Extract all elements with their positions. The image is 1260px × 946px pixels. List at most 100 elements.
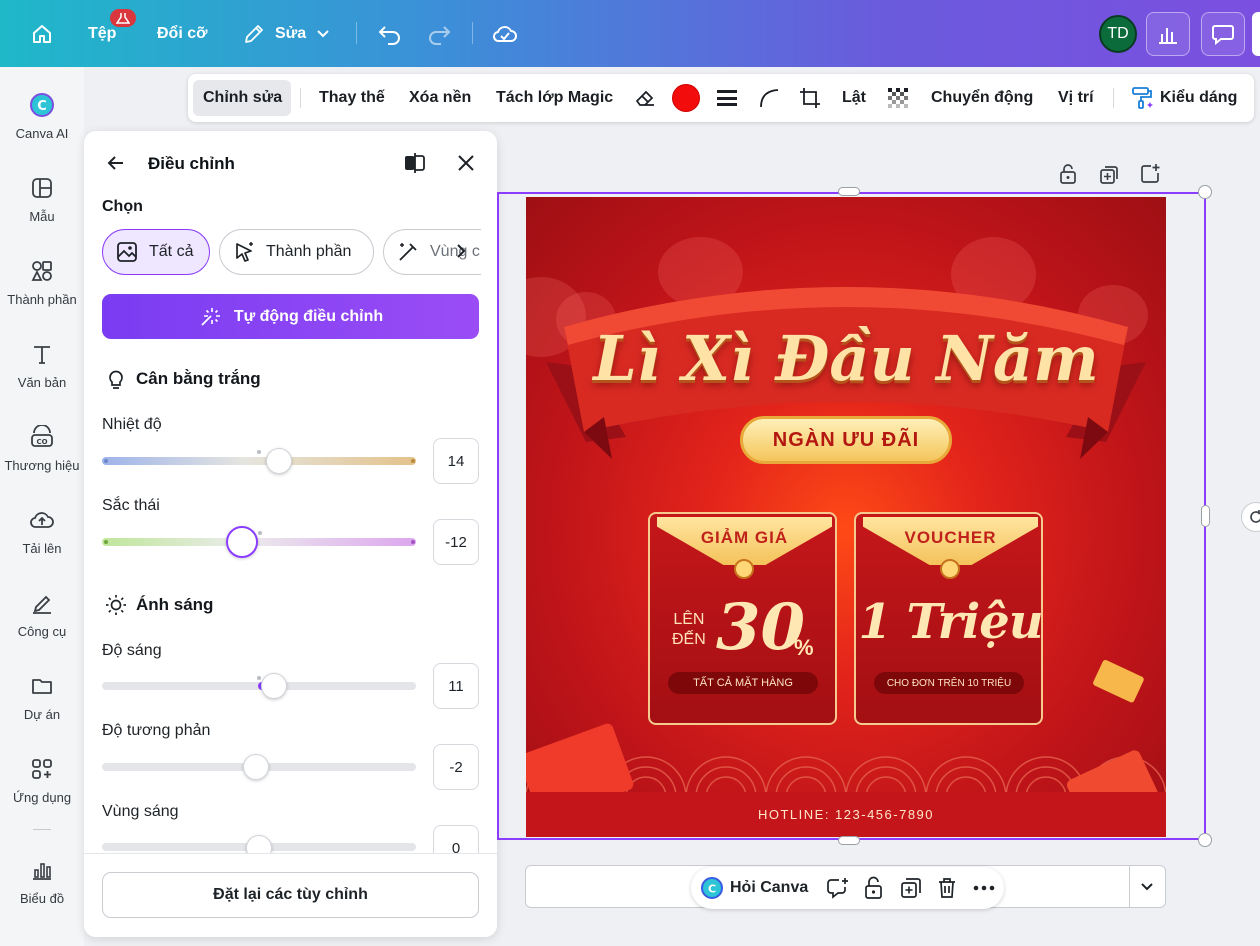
add-comment-button[interactable] [825, 876, 851, 900]
edit-image-button[interactable]: Chỉnh sửa [203, 74, 282, 122]
rotate-icon [1250, 510, 1260, 523]
brightness-label: Độ sáng [102, 642, 162, 659]
color-button[interactable] [672, 74, 700, 122]
pencil-icon [245, 24, 263, 43]
reset-adjustments-button[interactable]: Đặt lại các tùy chỉnh [102, 872, 479, 918]
tint-value[interactable]: -12 [433, 519, 479, 565]
eraser-button[interactable] [633, 74, 657, 122]
divider [472, 22, 473, 44]
highlights-label: Vùng sáng [102, 803, 179, 820]
shapes-icon [31, 261, 52, 281]
temperature-knob[interactable] [266, 448, 292, 474]
temperature-value[interactable]: 14 [433, 438, 479, 484]
color-swatch [672, 84, 700, 112]
file-menu[interactable]: Tệp [88, 0, 116, 67]
beaker-icon [116, 13, 130, 24]
svg-text:CO: CO [36, 438, 47, 446]
rail-item-uploads[interactable]: Tải lên [0, 506, 84, 556]
rail-item-elements[interactable]: Thành phần [0, 257, 84, 307]
rail-item-apps[interactable]: Ứng dụng [0, 755, 84, 805]
chip-all[interactable]: Tất cả [102, 229, 210, 275]
crop-button[interactable] [798, 74, 822, 122]
rail-item-projects[interactable]: Dự án [0, 672, 84, 722]
sparkle-wand-icon [201, 307, 220, 326]
replace-button[interactable]: Thay thế [319, 74, 385, 122]
edit-menu[interactable]: Sửa [242, 0, 330, 67]
chips-scroll-right[interactable] [453, 241, 469, 261]
paint-roller-icon [1132, 87, 1153, 109]
light-header: Ánh sáng [104, 593, 213, 617]
style-label: Kiểu dáng [1160, 89, 1238, 106]
magic-layers-button[interactable]: Tách lớp Magic [496, 74, 613, 122]
resize-handle-bottom[interactable] [838, 836, 860, 845]
svg-text:C: C [708, 883, 716, 896]
comment-icon [1212, 25, 1234, 45]
add-page-button[interactable] [1139, 163, 1161, 185]
brightness-value[interactable]: 11 [433, 663, 479, 709]
save-status-button[interactable] [492, 0, 518, 67]
transparency-button[interactable] [886, 74, 910, 122]
flip-button[interactable]: Lật [842, 74, 866, 122]
remove-bg-button[interactable]: Xóa nền [409, 74, 471, 122]
ask-canva-button[interactable]: C Hỏi Canva [701, 877, 808, 899]
temperature-slider[interactable] [102, 457, 416, 465]
duplicate-element-button[interactable] [899, 876, 923, 900]
magic-wand-icon [399, 243, 417, 261]
style-button[interactable]: Kiểu dáng [1130, 74, 1237, 122]
home-icon [33, 24, 51, 43]
border-style-button[interactable] [716, 74, 738, 122]
share-button-edge[interactable] [1252, 12, 1260, 56]
more-options-button[interactable] [972, 879, 996, 897]
rail-item-charts[interactable]: Biểu đồ [0, 856, 84, 906]
duplicate-button[interactable] [1098, 164, 1120, 186]
delete-element-button[interactable] [936, 876, 958, 900]
rotate-handle[interactable] [1241, 502, 1260, 532]
undo-button[interactable] [377, 0, 403, 67]
rail-item-tools[interactable]: Công cụ [0, 589, 84, 639]
resize-handle-right[interactable] [1201, 505, 1210, 527]
apps-icon [32, 759, 52, 779]
auto-adjust-label: Tự động điều chỉnh [233, 307, 384, 325]
divider [1129, 866, 1130, 907]
redo-button[interactable] [426, 0, 452, 67]
home-button[interactable] [30, 0, 54, 67]
slider-center-dot [257, 676, 261, 680]
contrast-value[interactable]: -2 [433, 744, 479, 790]
chip-elements[interactable]: Thành phần [219, 229, 374, 275]
lock-button[interactable] [1058, 163, 1078, 185]
resize-handle-bottom-right[interactable] [1198, 833, 1212, 847]
insights-button[interactable] [1146, 12, 1190, 56]
rail-label: Tải lên [22, 541, 62, 556]
rail-item-brand[interactable]: CO Thương hiệu [0, 423, 84, 473]
adjust-panel: Điều chỉnh Chọn Tất cả Thành phần Vùng c… [84, 131, 497, 937]
rail-item-canva-ai[interactable]: C Canva AI [0, 91, 84, 141]
back-button[interactable] [106, 153, 126, 173]
tint-slider[interactable] [102, 538, 416, 546]
context-toolbar: Chỉnh sửa Thay thế Xóa nền Tách lớp Magi… [188, 74, 1254, 122]
resize-handle-top-right[interactable] [1198, 185, 1212, 199]
avatar[interactable]: TD [1099, 15, 1137, 53]
close-icon [458, 155, 474, 171]
expand-pages-button[interactable] [1139, 878, 1155, 894]
position-button[interactable]: Vị trí [1058, 74, 1094, 122]
rail-item-templates[interactable]: Mẫu [0, 174, 84, 224]
white-balance-header: Cân bằng trắng [104, 367, 261, 391]
rail-item-text[interactable]: Văn bản [0, 340, 84, 390]
brightness-knob[interactable] [261, 673, 287, 699]
compare-button[interactable] [403, 152, 427, 174]
undo-icon [378, 25, 400, 45]
auto-adjust-button[interactable]: Tự động điều chỉnh [102, 294, 479, 339]
cloud-upload-icon [30, 512, 54, 528]
chevron-right-icon [457, 244, 466, 258]
resize-handle-top[interactable] [838, 187, 860, 196]
lock-element-button[interactable] [863, 876, 885, 900]
tint-knob[interactable] [226, 526, 258, 558]
contrast-knob[interactable] [243, 754, 269, 780]
close-button[interactable] [456, 153, 476, 173]
resize-menu[interactable]: Đổi cỡ [157, 0, 208, 67]
corner-rounding-button[interactable] [758, 74, 780, 122]
comments-button[interactable] [1201, 12, 1245, 56]
animate-button[interactable]: Chuyển động [931, 74, 1033, 122]
redo-icon [429, 25, 451, 45]
contrast-label: Độ tương phản [102, 722, 211, 739]
